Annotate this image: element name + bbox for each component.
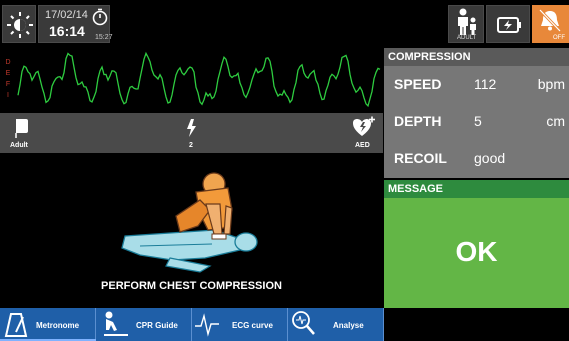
tab-cpr-guide-label: CPR Guide: [136, 321, 178, 330]
brightness-button[interactable]: [2, 5, 36, 43]
shock-count: 2: [189, 142, 193, 149]
brightness-icon: [7, 12, 33, 38]
speed-value: 112: [474, 76, 497, 92]
lightning-icon: [187, 119, 196, 137]
speed-label: SPEED: [394, 76, 442, 92]
metronome-icon: [4, 313, 28, 337]
heart-defib-icon: [353, 116, 375, 136]
tab-ecg-curve-label: ECG curve: [232, 321, 273, 330]
cpr-instruction-area: PERFORM CHEST COMPRESSION: [0, 154, 383, 306]
compression-panel: COMPRESSION SPEED 112 bpm DEPTH 5 cm REC…: [384, 48, 569, 178]
status-bar: 17/02/14 16:14 15:27 ADULT OFF: [0, 0, 569, 44]
date-text: 17/02/14: [45, 9, 88, 21]
bottom-nav: Metronome CPR Guide ECG curve Analyse: [0, 308, 569, 341]
pad-label: Adult: [10, 142, 28, 149]
tab-ecg-curve[interactable]: ECG curve: [192, 308, 288, 341]
message-text: OK: [455, 236, 498, 267]
recoil-label: RECOIL: [394, 150, 447, 166]
depth-unit: cm: [546, 113, 565, 129]
battery-icon: [497, 17, 521, 33]
depth-value: 5: [474, 113, 482, 129]
recoil-row: RECOIL good: [384, 140, 569, 177]
bell-muted-icon: [538, 8, 562, 33]
battery-indicator: [486, 5, 530, 43]
chest-compression-illustration: [121, 172, 258, 273]
sound-state-label: OFF: [553, 35, 565, 41]
patient-mode-button[interactable]: ADULT: [448, 5, 484, 43]
clock-panel: 17/02/14 16:14 15:27: [38, 5, 113, 43]
stopwatch-icon: [92, 8, 108, 26]
ecg-trace-panel: D E F I: [0, 45, 383, 113]
depth-row: DEPTH 5 cm: [384, 103, 569, 140]
sound-toggle[interactable]: OFF: [532, 5, 569, 43]
tab-metronome[interactable]: Metronome: [0, 308, 96, 341]
speed-row: SPEED 112 bpm: [384, 66, 569, 103]
ecg-curve-icon: [195, 313, 219, 337]
rescuer-figure: [175, 172, 233, 240]
ecg-waveform: [17, 51, 381, 108]
speed-unit: bpm: [537, 76, 565, 92]
cpr-guide-icon: [104, 311, 128, 336]
message-panel: MESSAGE OK: [384, 180, 569, 308]
electrode-pad-icon: [15, 119, 28, 138]
depth-label: DEPTH: [394, 113, 442, 129]
shock-counter: 2: [162, 113, 222, 153]
message-header: MESSAGE: [384, 180, 569, 198]
analyse-icon: [292, 311, 315, 335]
instruction-text: PERFORM CHEST COMPRESSION: [101, 280, 282, 292]
recoil-value: good: [474, 150, 506, 166]
mode-label: AED: [355, 142, 370, 149]
patient-figure: [121, 229, 258, 273]
aed-indicator: AED: [345, 113, 383, 153]
tab-analyse-label: Analyse: [333, 321, 364, 330]
compression-header: COMPRESSION: [384, 48, 569, 66]
pads-indicator: Adult: [6, 113, 66, 153]
adult-child-icon: [458, 8, 476, 35]
device-info-strip: Adult 2 AED: [0, 113, 383, 153]
elapsed-timer: 15:27: [95, 34, 113, 41]
tab-analyse[interactable]: Analyse: [288, 308, 384, 341]
patient-mode-label: ADULT: [457, 35, 477, 41]
tab-cpr-guide[interactable]: CPR Guide: [96, 308, 192, 341]
tab-metronome-label: Metronome: [36, 321, 80, 330]
time-text: 16:14: [49, 23, 85, 39]
